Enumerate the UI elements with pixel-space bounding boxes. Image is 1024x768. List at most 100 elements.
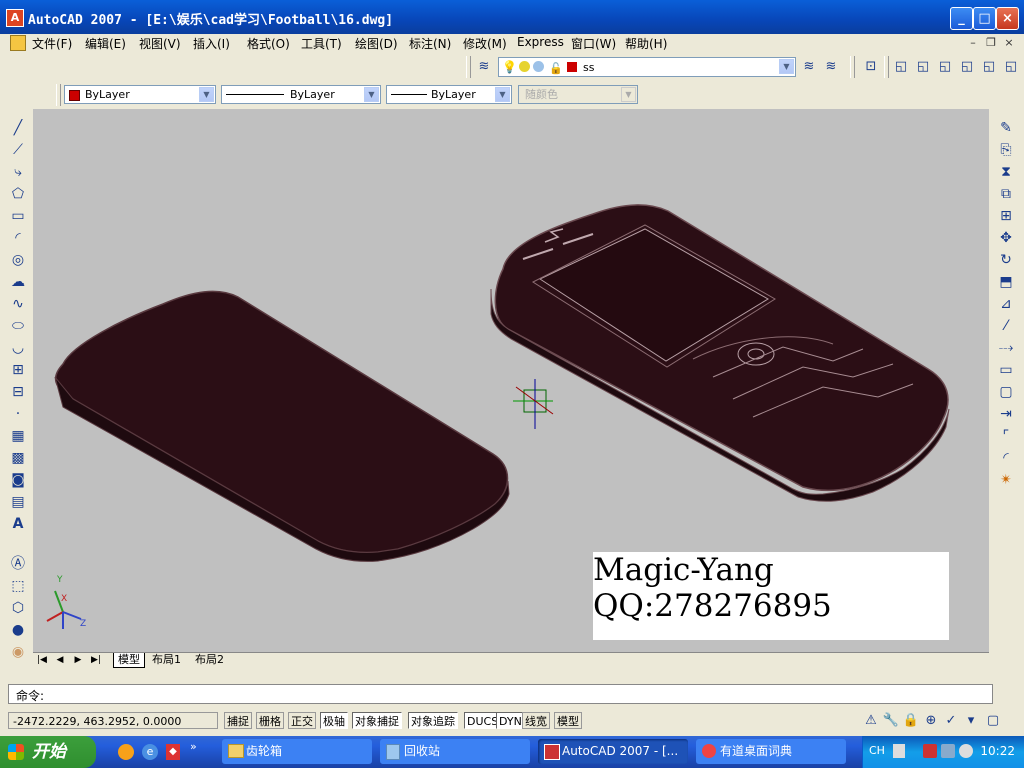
task-gearbox[interactable]: 齿轮箱 <box>222 739 372 764</box>
multiline-text-icon[interactable]: A <box>8 514 28 534</box>
grid-toggle[interactable]: 栅格 <box>256 712 284 729</box>
copy-icon[interactable]: ⎘ <box>996 140 1016 160</box>
menu-insert[interactable]: 插入(I) <box>193 35 230 52</box>
toolbar-grip[interactable] <box>850 56 855 78</box>
tab-model[interactable]: 模型 <box>113 653 145 668</box>
tab-layout1[interactable]: 布局1 <box>148 653 185 667</box>
right-view-icon[interactable]: ◱ <box>958 58 976 76</box>
bottom-view-icon[interactable]: ◱ <box>914 58 932 76</box>
cube-icon[interactable]: ⬡ <box>8 598 28 618</box>
table-icon[interactable]: ▤ <box>8 492 28 512</box>
mirror-icon[interactable]: ⧗ <box>996 162 1016 182</box>
arc-icon[interactable]: ◜ <box>8 228 28 248</box>
ie-icon[interactable]: e <box>142 744 158 760</box>
autocad-app-icon[interactable]: A <box>6 9 24 27</box>
menu-modify[interactable]: 修改(M) <box>463 35 507 52</box>
toolbar-grip[interactable] <box>466 56 471 78</box>
command-line[interactable] <box>8 684 993 704</box>
make-current-layer-icon[interactable]: ≋ <box>800 58 818 76</box>
stretch-icon[interactable]: ⊿ <box>996 294 1016 314</box>
menu-arrow-icon[interactable]: ▾ <box>962 712 980 730</box>
document-icon[interactable] <box>10 35 26 51</box>
menu-help[interactable]: 帮助(H) <box>625 35 667 52</box>
polygon-icon[interactable]: ⬠ <box>8 184 28 204</box>
maximize-button[interactable]: □ <box>973 7 996 30</box>
box-icon[interactable]: ⬚ <box>8 576 28 596</box>
model-toggle[interactable]: 模型 <box>554 712 582 729</box>
osnap-toggle[interactable]: 对象捕捉 <box>352 712 402 729</box>
wrench-icon[interactable]: 🔧 <box>882 712 900 730</box>
rectangle-icon[interactable]: ▭ <box>8 206 28 226</box>
ellipse-icon[interactable]: ⬭ <box>8 316 28 336</box>
dyn-toggle[interactable]: DYN <box>496 712 525 729</box>
menu-draw[interactable]: 绘图(D) <box>355 35 398 52</box>
menu-format[interactable]: 格式(O) <box>247 35 290 52</box>
communication-center-icon[interactable]: ⚠ <box>862 712 880 730</box>
offset-icon[interactable]: ⧉ <box>996 184 1016 204</box>
lock-toolbar-icon[interactable]: 🔒 <box>902 712 920 730</box>
cad-standards-icon[interactable]: ✓ <box>942 712 960 730</box>
phone-front-model[interactable] <box>490 204 950 502</box>
title-bar[interactable]: A AutoCAD 2007 - [E:\娱乐\cad学习\Football\1… <box>0 0 1024 34</box>
named-views-icon[interactable]: ⊡ <box>862 58 880 76</box>
polyline-icon[interactable]: ⤷ <box>8 162 28 182</box>
toolbar-grip[interactable] <box>884 56 889 78</box>
chevron-down-icon[interactable]: ▼ <box>364 87 379 102</box>
lineweight-toggle[interactable]: 线宽 <box>522 712 550 729</box>
break-icon[interactable]: ▭ <box>996 360 1016 380</box>
top-view-icon[interactable]: ◱ <box>892 58 910 76</box>
snap-toggle[interactable]: 捕捉 <box>224 712 252 729</box>
scale-icon[interactable]: ⬒ <box>996 272 1016 292</box>
menu-file[interactable]: 文件(F) <box>32 35 72 52</box>
chevron-down-icon[interactable]: ▼ <box>199 87 214 102</box>
rotate-icon[interactable]: ↻ <box>996 250 1016 270</box>
line-icon[interactable]: ╱ <box>8 118 28 138</box>
tab-layout2[interactable]: 布局2 <box>191 653 228 667</box>
menu-dimension[interactable]: 标注(N) <box>409 35 451 52</box>
menu-express[interactable]: Express <box>517 35 564 49</box>
close-button[interactable]: × <box>996 7 1019 30</box>
keyboard-icon[interactable] <box>893 744 905 758</box>
layer-manager-icon[interactable]: ≋ <box>475 58 493 76</box>
last-tab-button[interactable]: ▶| <box>89 654 103 666</box>
chevron-down-icon[interactable]: ▼ <box>779 59 794 74</box>
explode-icon[interactable]: ✴ <box>996 470 1016 490</box>
array-icon[interactable]: ⊞ <box>996 206 1016 226</box>
doc-minimize-button[interactable]: – <box>966 36 980 50</box>
trim-icon[interactable]: ⁄ <box>996 316 1016 336</box>
back-view-icon[interactable]: ◱ <box>1002 58 1020 76</box>
circle-icon[interactable]: ◎ <box>8 250 28 270</box>
break-at-point-icon[interactable]: ▢ <box>996 382 1016 402</box>
linetype-dropdown[interactable]: ByLayer ▼ <box>221 85 381 104</box>
task-autocad[interactable]: AutoCAD 2007 - [... <box>538 739 688 764</box>
render-icon[interactable]: ◉ <box>8 642 28 662</box>
fillet-icon[interactable]: ◜ <box>996 448 1016 468</box>
first-tab-button[interactable]: |◀ <box>35 654 49 666</box>
revision-cloud-icon[interactable]: ☁ <box>8 272 28 292</box>
polar-toggle[interactable]: 极轴 <box>320 712 348 729</box>
menu-tools[interactable]: 工具(T) <box>301 35 342 52</box>
gradient-icon[interactable]: ▩ <box>8 448 28 468</box>
prev-tab-button[interactable]: ◀ <box>53 654 67 666</box>
hatch-icon[interactable]: ▦ <box>8 426 28 446</box>
extend-icon[interactable]: ⤏ <box>996 338 1016 358</box>
front-view-icon[interactable]: ◱ <box>980 58 998 76</box>
next-tab-button[interactable]: ▶ <box>71 654 85 666</box>
join-icon[interactable]: ⇥ <box>996 404 1016 424</box>
drawing-canvas[interactable]: Y X Z Magic-Yang QQ:278276895 <box>33 109 989 652</box>
move-icon[interactable]: ✥ <box>996 228 1016 248</box>
construction-line-icon[interactable]: ⟋ <box>8 140 28 160</box>
sphere-icon[interactable]: ● <box>8 620 28 640</box>
chevron-down-icon[interactable]: ▼ <box>495 87 510 102</box>
otrack-toggle[interactable]: 对象追踪 <box>408 712 458 729</box>
xref-icon[interactable]: ⊕ <box>922 712 940 730</box>
tray-app-icon[interactable] <box>923 744 937 758</box>
left-view-icon[interactable]: ◱ <box>936 58 954 76</box>
region-icon[interactable]: ◙ <box>8 470 28 490</box>
clean-screen-icon[interactable]: ▢ <box>984 712 1002 730</box>
doc-restore-button[interactable]: ❐ <box>984 36 998 50</box>
quicklaunch-app-icon[interactable]: ◆ <box>166 744 180 760</box>
ime-indicator[interactable]: CH <box>869 744 885 757</box>
color-dropdown[interactable]: ByLayer ▼ <box>64 85 216 104</box>
volume-icon[interactable] <box>959 744 973 758</box>
